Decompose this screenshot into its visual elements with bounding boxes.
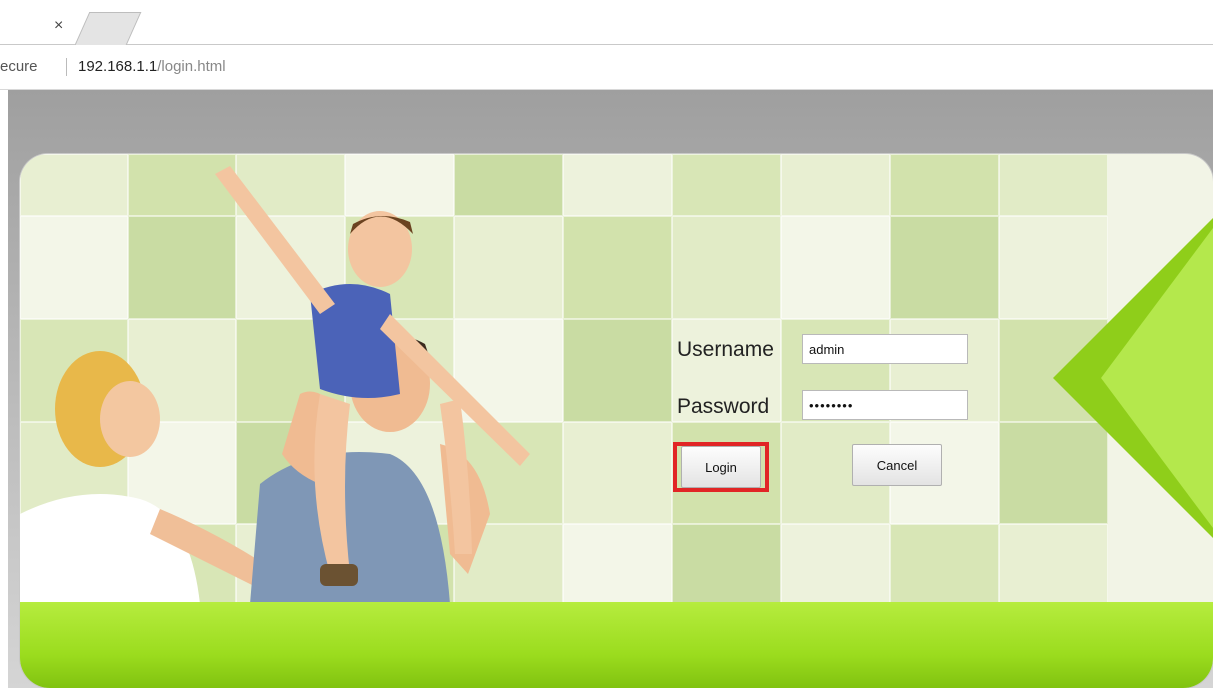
background-tile xyxy=(672,524,781,604)
background-tile xyxy=(563,216,672,319)
username-field[interactable] xyxy=(802,334,968,364)
background-tile xyxy=(781,524,890,604)
url-path: /login.html xyxy=(157,58,226,75)
background-tile xyxy=(890,154,999,216)
url-text[interactable]: 192.168.1.1/login.html xyxy=(78,58,226,75)
address-bar[interactable]: ecure 192.168.1.1/login.html xyxy=(0,45,1213,90)
background-tile xyxy=(672,154,781,216)
background-tile xyxy=(781,216,890,319)
decorative-arrow-highlight xyxy=(1101,228,1213,528)
close-icon[interactable]: × xyxy=(54,17,63,35)
address-separator xyxy=(66,58,67,76)
new-tab-button[interactable] xyxy=(74,12,142,45)
security-indicator[interactable]: ecure xyxy=(0,58,38,75)
background-tile xyxy=(563,319,672,422)
page-content: Username Password Login Cancel xyxy=(0,90,1213,688)
username-label: Username xyxy=(677,338,774,361)
background-tile xyxy=(563,154,672,216)
cancel-button[interactable]: Cancel xyxy=(852,444,942,486)
browser-tab[interactable]: × xyxy=(0,6,84,44)
background-tile xyxy=(781,154,890,216)
background-tile xyxy=(890,524,999,604)
background-tile xyxy=(999,154,1108,216)
login-panel xyxy=(20,154,1213,688)
login-button[interactable]: Login xyxy=(681,446,761,488)
background-tile xyxy=(890,216,999,319)
url-host: 192.168.1.1 xyxy=(78,58,158,75)
footer-bar xyxy=(20,602,1213,688)
background-tile xyxy=(672,216,781,319)
password-label: Password xyxy=(677,395,770,418)
family-photo xyxy=(20,166,530,604)
password-field[interactable] xyxy=(802,390,968,420)
browser-tabstrip: × xyxy=(0,0,1213,45)
background-tile xyxy=(563,524,672,604)
background-tile xyxy=(563,422,672,524)
